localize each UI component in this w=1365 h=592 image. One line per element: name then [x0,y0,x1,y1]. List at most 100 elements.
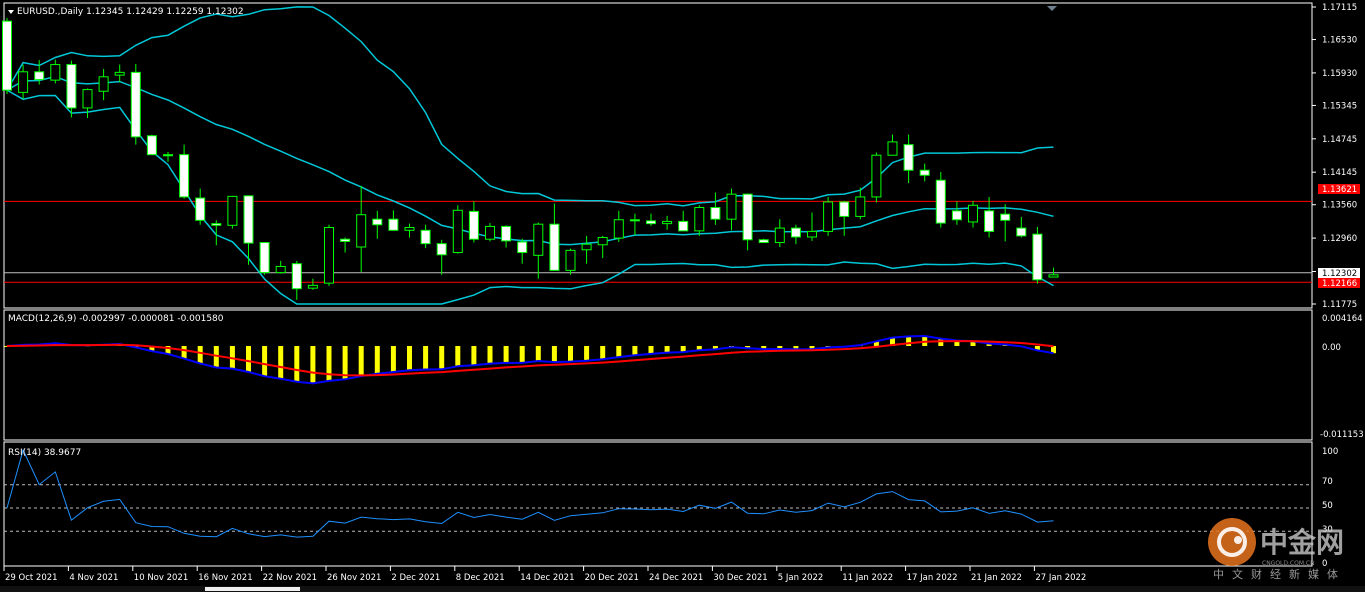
bull-candle-body [871,154,882,198]
bear-candle-body [163,154,173,157]
candle[interactable] [146,134,157,156]
candle[interactable] [452,205,463,254]
macd-histogram-bar [648,346,654,354]
candle[interactable] [581,235,592,264]
candle[interactable] [468,201,479,243]
watermark-domain: CNGOLD.COM.CN [1262,560,1315,567]
candle[interactable] [855,187,866,220]
candle[interactable] [18,64,29,100]
bull-candle-body [807,230,817,238]
candle[interactable] [227,195,238,229]
candle[interactable] [372,210,383,239]
candle[interactable] [935,171,946,228]
candle[interactable] [919,163,930,182]
candle[interactable] [533,222,544,279]
date-axis-label: 21 Jan 2022 [971,573,1022,583]
candle[interactable] [163,151,173,162]
candle[interactable] [179,144,190,199]
candle[interactable] [501,225,512,248]
candle[interactable] [758,238,769,244]
candle[interactable] [436,239,447,275]
macd-histogram-bar [439,346,445,370]
candle[interactable] [726,188,737,231]
candle[interactable] [195,188,206,225]
bear-candle-body [130,71,141,138]
candle[interactable] [968,200,978,228]
candle[interactable] [324,224,334,286]
bull-candle-body [452,209,463,254]
bull-candle-body [50,64,61,81]
candle[interactable] [597,235,608,259]
bear-candle-body [903,144,914,171]
candle[interactable] [307,278,318,290]
candle[interactable] [517,238,528,264]
price-axis-label: 1.15345 [1322,101,1357,111]
price-axis-label: 1.12960 [1322,234,1357,244]
candle[interactable] [742,193,753,251]
candle[interactable] [678,210,689,232]
macd-histogram-bar [423,346,429,370]
price-panel[interactable] [3,2,1313,309]
bull-candle-body [565,249,576,271]
candle[interactable] [823,196,834,236]
bear-candle-body [436,243,447,256]
candle[interactable] [984,196,995,238]
candle[interactable] [1016,216,1027,238]
rsi-panel[interactable] [3,441,1313,567]
candle[interactable] [629,213,640,236]
candle[interactable] [82,88,93,118]
shift-arrow-icon[interactable] [1047,6,1057,11]
candle[interactable] [356,185,367,273]
macd-histogram-bar [310,346,316,384]
candle[interactable] [130,64,141,145]
candle[interactable] [549,203,560,271]
candle[interactable] [646,213,656,226]
candle[interactable] [903,134,914,184]
candle[interactable] [774,219,785,247]
candle[interactable] [485,223,495,242]
candle[interactable] [259,241,270,275]
candle[interactable] [98,69,109,101]
candle[interactable] [291,260,302,300]
candle[interactable] [871,152,882,203]
candle[interactable] [807,212,817,241]
candle[interactable] [887,134,898,156]
candle[interactable] [1000,204,1011,242]
candle[interactable] [2,17,12,95]
candle[interactable] [710,192,721,225]
bear-candle-body [742,193,753,241]
candle[interactable] [662,215,673,230]
candle[interactable] [420,224,431,249]
candle[interactable] [388,210,399,231]
candle[interactable] [951,201,962,225]
bull-candle-body [968,204,978,223]
candle[interactable] [790,224,801,245]
candle[interactable] [50,59,61,84]
bear-candle-body [34,71,45,81]
bull-candle-body [774,227,785,244]
bottom-scroll-bar[interactable] [0,586,1365,592]
macd-histogram-bar [616,346,622,358]
candle[interactable] [404,223,415,238]
candle[interactable] [1032,226,1043,284]
bear-candle-body [1016,227,1027,237]
bull-candle-body [82,89,93,109]
date-axis-label: 14 Dec 2021 [520,573,574,583]
dropdown-triangle-icon[interactable] [8,10,14,14]
candle[interactable] [1048,267,1059,278]
candle[interactable] [211,220,222,246]
macd-histogram-bar [568,346,573,362]
macd-panel[interactable] [3,309,1313,441]
candle[interactable] [114,64,125,83]
tab-strip[interactable] [205,587,300,591]
macd-axis-bottom: -0.011153 [1320,430,1364,440]
candle[interactable] [565,248,576,275]
bull-candle-body [98,76,109,92]
candle[interactable] [340,237,351,253]
bull-candle-body [662,220,673,225]
candle[interactable] [275,260,286,274]
candle[interactable] [839,200,850,236]
candle[interactable] [694,205,705,236]
candle[interactable] [613,210,624,242]
chart-area[interactable]: EURUSD.,Daily 1.12345 1.12429 1.12259 1.… [0,0,1365,592]
